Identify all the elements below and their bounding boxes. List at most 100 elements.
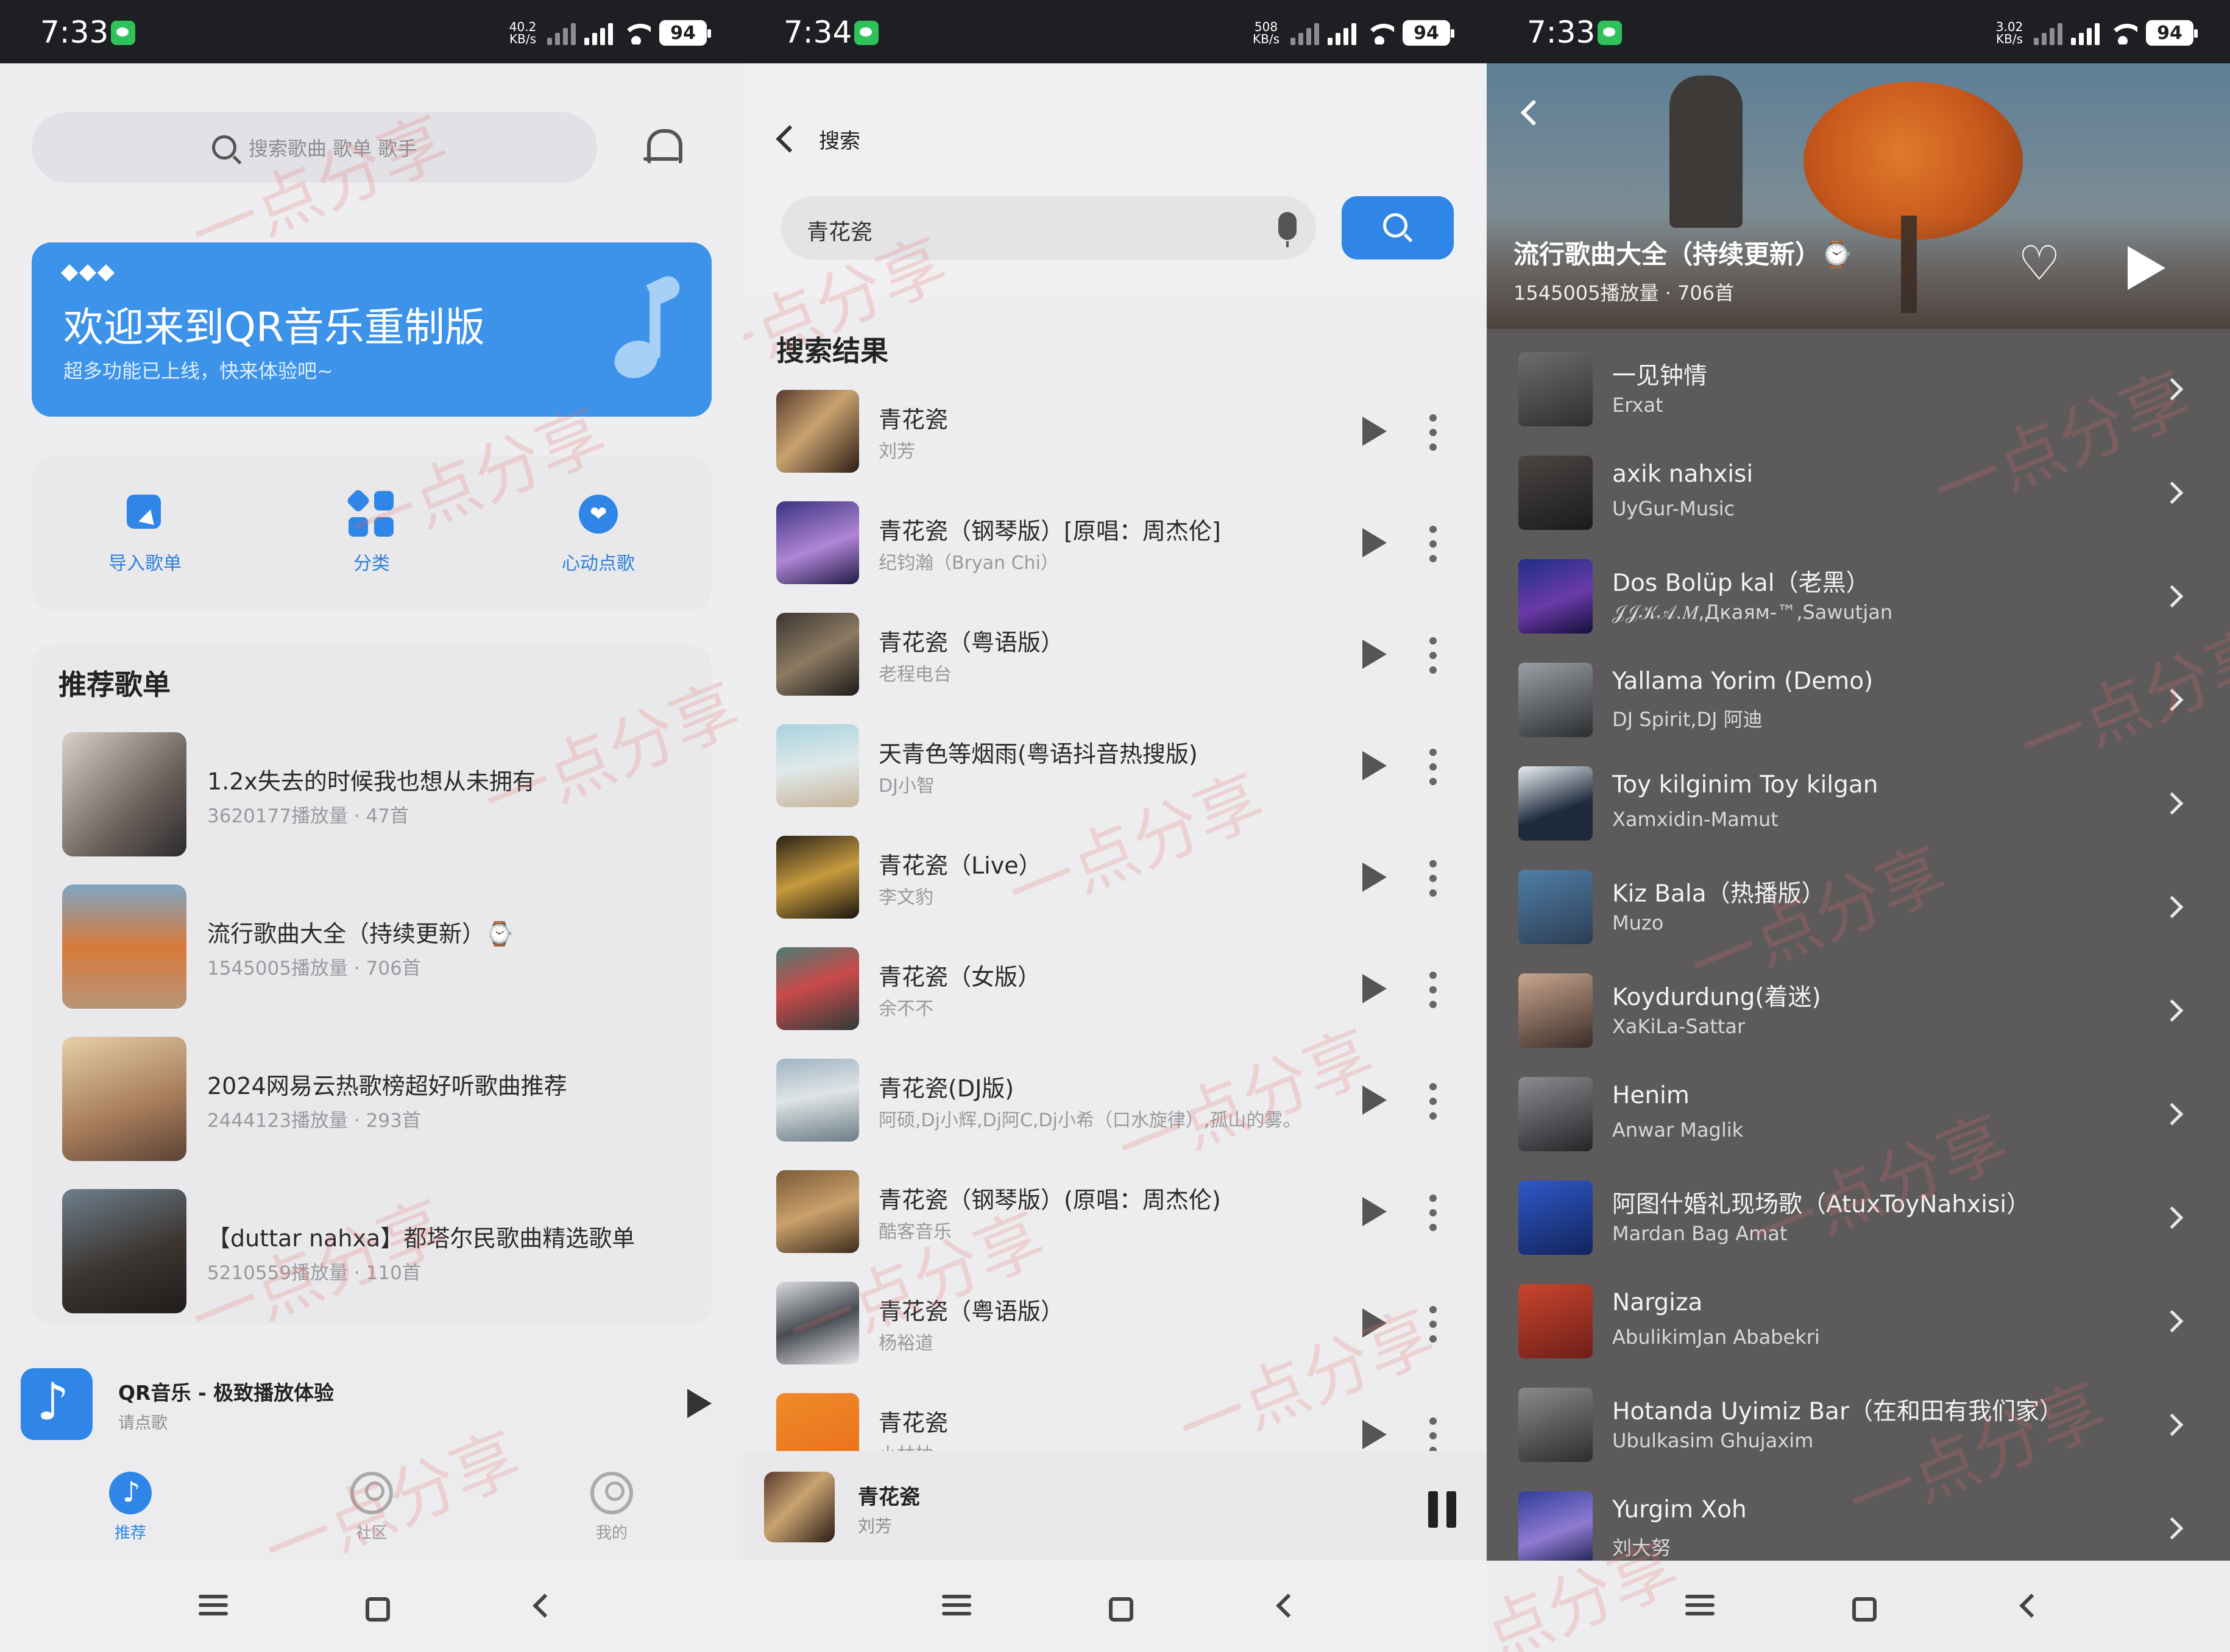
home-icon[interactable] xyxy=(1102,1590,1136,1624)
signal-icon xyxy=(2034,21,2062,45)
category-button[interactable]: 分类 xyxy=(258,456,485,610)
track-row[interactable]: Toy kilginim Toy kilgan Xamxidin-Mamut xyxy=(1487,758,2230,861)
chevron-right-icon[interactable] xyxy=(2161,481,2184,504)
playlist-item[interactable]: 【duttar nahxa】都塔尔民歌曲精选歌单 5210559播放量 · 11… xyxy=(62,1189,696,1317)
more-options-icon[interactable] xyxy=(1429,1195,1438,1231)
chevron-right-icon[interactable] xyxy=(2161,688,2184,711)
track-row[interactable]: Yallama Yorim (Demo) DJ Spirit,DJ 阿迪 xyxy=(1487,654,2230,758)
mini-player-subtitle: 请点歌 xyxy=(118,1414,168,1433)
more-options-icon[interactable] xyxy=(1429,1083,1438,1120)
chevron-right-icon[interactable] xyxy=(2161,585,2184,608)
pause-icon[interactable] xyxy=(1428,1491,1457,1528)
chevron-right-icon[interactable] xyxy=(2161,792,2184,815)
song-row[interactable]: 青花瓷（钢琴版）[原唱：周杰伦] 纪钧瀚（Bryan Chi） xyxy=(743,501,1487,613)
import-playlist-button[interactable]: 导入歌单 xyxy=(32,456,258,610)
back-icon[interactable] xyxy=(525,1590,559,1624)
play-icon[interactable] xyxy=(687,1389,712,1418)
more-options-icon[interactable] xyxy=(1429,860,1438,897)
chevron-right-icon[interactable] xyxy=(2161,1310,2184,1333)
now-playing-artist: 刘芳 xyxy=(858,1516,893,1536)
track-cover xyxy=(1518,352,1593,426)
track-row[interactable]: axik nahxisi UyGur-Music xyxy=(1487,447,2230,551)
play-icon[interactable] xyxy=(1362,1085,1387,1115)
play-icon[interactable] xyxy=(1362,528,1387,557)
song-row[interactable]: 天青色等烟雨(粤语抖音热搜版) DJ小智 xyxy=(743,724,1487,836)
track-row[interactable]: Nargiza AbulikimJan Ababekri xyxy=(1487,1276,2230,1379)
home-icon[interactable] xyxy=(1845,1590,1879,1624)
track-row[interactable]: 阿图什婚礼现场歌（AtuxToyNahxisi） Mardan Bag Amat xyxy=(1487,1172,2230,1276)
track-row[interactable]: Koydurdung(着迷) XaKiLa-Sattar xyxy=(1487,965,2230,1068)
back-icon[interactable] xyxy=(2012,1590,2046,1624)
track-cover xyxy=(1518,973,1593,1048)
song-row[interactable]: 青花瓷（女版） 余不不 xyxy=(743,947,1487,1059)
song-row[interactable]: 青花瓷（Live） 李文豹 xyxy=(743,836,1487,947)
playlist-item[interactable]: 2024网易云热歌榜超好听歌曲推荐 2444123播放量 · 293首 xyxy=(62,1037,696,1165)
play-icon[interactable] xyxy=(1362,417,1387,446)
menu-icon[interactable] xyxy=(940,1590,974,1624)
chevron-right-icon[interactable] xyxy=(2161,378,2184,401)
chevron-right-icon[interactable] xyxy=(2161,1517,2184,1540)
bell-icon[interactable] xyxy=(643,127,682,167)
home-icon[interactable] xyxy=(358,1590,392,1624)
song-row[interactable]: 青花瓷 刘芳 xyxy=(743,390,1487,501)
track-artist: Mardan Bag Amat xyxy=(1612,1222,1788,1245)
song-artist: 刘芳 xyxy=(879,441,915,462)
menu-icon[interactable] xyxy=(1683,1590,1717,1624)
microphone-icon[interactable] xyxy=(1278,212,1297,247)
play-all-icon[interactable] xyxy=(2128,246,2165,290)
category-icon xyxy=(345,488,395,537)
now-playing-title: 青花瓷 xyxy=(858,1485,920,1509)
search-header: 搜索 青花瓷 xyxy=(743,63,1487,297)
chevron-right-icon[interactable] xyxy=(2161,1103,2184,1126)
chevron-right-icon[interactable] xyxy=(2161,895,2184,919)
playlist-item[interactable]: 1.2x失去的时候我也想从未拥有 3620177播放量 · 47首 xyxy=(62,732,696,860)
search-input[interactable]: 青花瓷 xyxy=(781,196,1316,259)
more-options-icon[interactable] xyxy=(1429,972,1438,1008)
playlist-item[interactable]: 流行歌曲大全（持续更新）⌚ 1545005播放量 · 706首 xyxy=(62,884,696,1012)
signal-icon xyxy=(1328,21,1356,45)
track-row[interactable]: Dos Bolüp kal（老黑） 𝒥𝒥𝒦𝒜.𝑀,Дкаям-™,Sawutjan xyxy=(1487,551,2230,654)
song-row[interactable]: 青花瓷（钢琴版）(原唱：周杰伦) 酷客音乐 xyxy=(743,1170,1487,1282)
track-row[interactable]: Hotanda Uyimiz Bar（在和田有我们家） Ubulkasim Ghu… xyxy=(1487,1379,2230,1483)
tab-community[interactable]: 社区 xyxy=(323,1472,420,1543)
chevron-right-icon[interactable] xyxy=(2161,1206,2184,1229)
favorite-icon[interactable]: ♡ xyxy=(2018,240,2061,288)
search-button[interactable] xyxy=(1342,196,1454,259)
play-icon[interactable] xyxy=(1362,1420,1387,1449)
tab-mine[interactable]: 我的 xyxy=(563,1472,660,1543)
search-input[interactable]: 搜索歌曲 歌单 歌手 xyxy=(32,112,597,183)
chevron-right-icon[interactable] xyxy=(2161,1413,2184,1436)
track-name: axik nahxisi xyxy=(1612,461,1754,488)
play-icon[interactable] xyxy=(1362,640,1387,669)
more-options-icon[interactable] xyxy=(1429,749,1438,785)
more-options-icon[interactable] xyxy=(1429,414,1438,451)
play-icon[interactable] xyxy=(1362,974,1387,1003)
track-row[interactable]: Kiz Bala（热播版） Muzo xyxy=(1487,861,2230,965)
play-icon[interactable] xyxy=(1362,863,1387,892)
song-row[interactable]: 青花瓷(DJ版) 阿硕,Dj小辉,Dj阿C,Dj小希（口水旋律）,孤山的雾。 xyxy=(743,1059,1487,1170)
song-row[interactable]: 青花瓷（粤语版） 杨裕道 xyxy=(743,1282,1487,1393)
playlist-cover xyxy=(62,1189,186,1313)
back-arrow-icon[interactable] xyxy=(1520,99,1547,126)
track-row[interactable]: 一见钟情 Erxat xyxy=(1487,344,2230,447)
menu-icon[interactable] xyxy=(196,1590,230,1624)
play-icon[interactable] xyxy=(1362,1197,1387,1226)
back-arrow-icon[interactable] xyxy=(776,125,804,153)
now-playing-bar[interactable]: 青花瓷 刘芳 xyxy=(743,1451,1487,1561)
more-options-icon[interactable] xyxy=(1429,1417,1438,1454)
more-options-icon[interactable] xyxy=(1429,1306,1438,1343)
track-row[interactable]: Henim Anwar Maglik xyxy=(1487,1068,2230,1172)
tab-recommend[interactable]: 推荐 xyxy=(82,1472,179,1543)
more-options-icon[interactable] xyxy=(1429,526,1438,562)
mini-player[interactable]: QR音乐 - 极致播放体验 请点歌 xyxy=(0,1346,743,1456)
play-icon[interactable] xyxy=(1362,751,1387,780)
back-icon[interactable] xyxy=(1269,1590,1303,1624)
more-options-icon[interactable] xyxy=(1429,637,1438,674)
playlist-meta: 2444123播放量 · 293首 xyxy=(207,1110,421,1132)
track-artist: Erxat xyxy=(1612,394,1663,417)
play-icon[interactable] xyxy=(1362,1308,1387,1338)
chevron-right-icon[interactable] xyxy=(2161,999,2184,1022)
song-row[interactable]: 青花瓷（粤语版） 老程电台 xyxy=(743,613,1487,724)
heart-pick-button[interactable]: 心动点歌 xyxy=(485,456,712,610)
welcome-banner[interactable]: 欢迎来到QR音乐重制版 超多功能已上线，快来体验吧~ xyxy=(32,242,712,417)
